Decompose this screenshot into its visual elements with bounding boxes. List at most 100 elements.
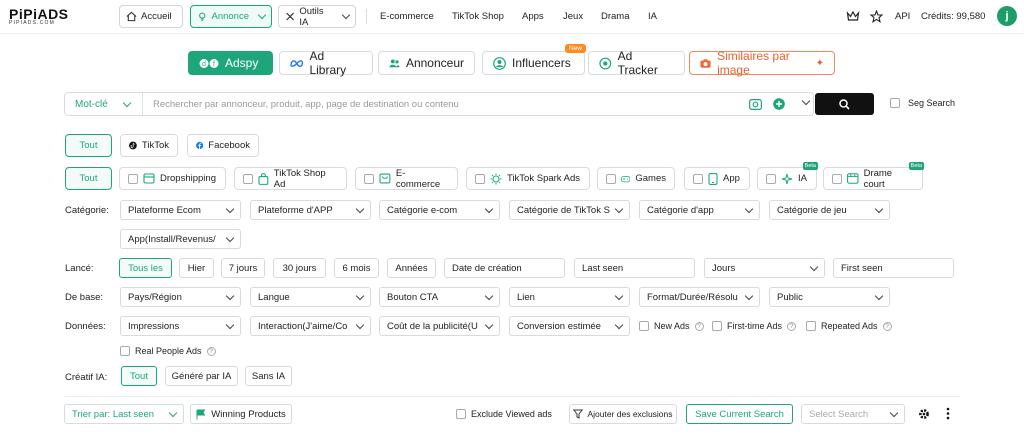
tab-influencers[interactable]: Influencers (482, 51, 585, 75)
lance-tous-les[interactable]: Tous les (119, 258, 172, 278)
search-button[interactable] (815, 93, 874, 115)
select-bouton-cta[interactable]: Bouton CTA (379, 287, 500, 307)
creatif-tout[interactable]: Tout (121, 366, 157, 386)
select-public[interactable]: Public (769, 287, 890, 307)
search-input[interactable]: Rechercher par annonceur, produit, app, … (153, 99, 459, 110)
select-impressions[interactable]: Impressions (120, 316, 241, 336)
tab-similaires-par-image[interactable]: Similaires par image ✦ (689, 49, 835, 77)
checkbox[interactable] (120, 346, 130, 356)
select-categorie-tiktok-shop[interactable]: Catégorie de TikTok S (509, 200, 630, 220)
checkbox[interactable] (243, 173, 253, 184)
type-app[interactable]: App (684, 167, 750, 190)
crown-icon[interactable] (846, 10, 860, 23)
jours-select[interactable]: Jours (704, 258, 825, 278)
tab-adspy[interactable]: df Adspy (188, 51, 273, 75)
real-people-ads-toggle[interactable]: Real People Ads ? (120, 346, 216, 356)
help-icon[interactable]: ? (882, 321, 892, 331)
image-search-icon[interactable] (749, 98, 762, 110)
outils-ia-menu-button[interactable]: Outils IA (278, 5, 356, 28)
first-seen-input[interactable]: First seen (833, 258, 954, 278)
platform-facebook[interactable]: Facebook (187, 134, 259, 157)
home-button[interactable]: Accueil (119, 5, 183, 28)
nav-link-ia[interactable]: IA (648, 11, 657, 22)
select-format[interactable]: Format/Durée/Résolu (639, 287, 760, 307)
select-lien[interactable]: Lien (509, 287, 630, 307)
annonce-menu-button[interactable]: Annonce (190, 5, 272, 28)
credits-display[interactable]: Crédits: 99,580 (921, 11, 985, 22)
select-cout-publicite[interactable]: Coût de la publicité(U (379, 316, 500, 336)
avatar[interactable]: j (997, 6, 1017, 26)
platform-tiktok[interactable]: TikTok (120, 134, 178, 157)
last-seen-input[interactable]: Last seen (574, 258, 695, 278)
search-mode-select[interactable]: Mot-clé (65, 93, 143, 115)
select-app-install[interactable]: App(Install/Revenus/ (120, 229, 241, 249)
nav-link-jeux[interactable]: Jeux (563, 11, 583, 22)
type-tiktok-spark-ads[interactable]: TikTok Spark Ads (466, 167, 590, 190)
select-plateforme-ecom[interactable]: Plateforme Ecom (120, 200, 241, 220)
add-icon[interactable] (773, 98, 785, 110)
nav-link-drama[interactable]: Drama (601, 11, 630, 22)
nav-link-tiktok-shop[interactable]: TikTok Shop (452, 11, 504, 22)
type-dropshipping[interactable]: Dropshipping (119, 167, 226, 190)
type-ia[interactable]: IA Beta (757, 162, 818, 190)
exclude-viewed-toggle[interactable]: Exclude Viewed ads (456, 409, 552, 419)
select-categorie-jeu[interactable]: Catégorie de jeu (769, 200, 890, 220)
checkbox[interactable] (606, 173, 616, 184)
api-link[interactable]: API (895, 11, 910, 22)
select-search-dropdown[interactable]: Select Search (801, 404, 905, 424)
select-categorie-app[interactable]: Catégorie d'app (639, 200, 760, 220)
tab-annonceur[interactable]: Annonceur (378, 51, 475, 75)
checkbox[interactable] (364, 173, 374, 184)
star-icon[interactable] (870, 10, 883, 23)
checkbox[interactable] (639, 321, 649, 331)
checkbox[interactable] (712, 321, 722, 331)
select-plateforme-app[interactable]: Plateforme d'APP (250, 200, 371, 220)
chevron-down-icon[interactable] (801, 96, 811, 106)
type-tiktok-shop-ad[interactable]: TikTok Shop Ad (234, 167, 347, 190)
checkbox[interactable] (832, 173, 842, 184)
checkbox[interactable] (766, 173, 776, 184)
pipiads-logo[interactable]: PiPiADS PIPIADS.COM (9, 6, 69, 26)
help-icon[interactable]: ? (694, 321, 704, 331)
select-pays-region[interactable]: Pays/Région (120, 287, 241, 307)
date-creation-input[interactable]: Date de création (444, 258, 565, 278)
help-icon[interactable]: ? (206, 346, 216, 356)
checkbox[interactable] (806, 321, 816, 331)
creatif-sans-ia[interactable]: Sans IA (245, 366, 292, 386)
select-interaction[interactable]: Interaction(J'aime/Co (250, 316, 371, 336)
winning-products-button[interactable]: Winning Products (190, 404, 292, 424)
creatif-genere-par-ia[interactable]: Généré par IA (165, 366, 238, 386)
nav-link-apps[interactable]: Apps (522, 11, 544, 22)
select-categorie-ecom[interactable]: Catégorie e-com (379, 200, 500, 220)
gear-icon[interactable] (918, 408, 930, 420)
repeated-ads-toggle[interactable]: Repeated Ads ? (806, 321, 892, 331)
select-langue[interactable]: Langue (250, 287, 371, 307)
checkbox[interactable] (456, 409, 466, 419)
lance-hier[interactable]: Hier (179, 258, 214, 278)
tab-ad-library[interactable]: Ad Library (279, 49, 373, 77)
lance-annees[interactable]: Années (387, 258, 436, 278)
first-time-ads-toggle[interactable]: First-time Ads ? (712, 321, 797, 331)
type-all[interactable]: Tout (65, 167, 112, 190)
tab-ad-tracker[interactable]: Ad Tracker (588, 49, 685, 77)
platform-all[interactable]: Tout (65, 134, 112, 157)
seg-search-checkbox[interactable] (890, 98, 900, 108)
type-drame-court[interactable]: Drame court Beta (823, 162, 924, 190)
checkbox[interactable] (475, 173, 485, 184)
lance-6-mois[interactable]: 6 mois (334, 258, 379, 278)
select-conversion-estimee[interactable]: Conversion estimée (509, 316, 630, 336)
lance-7-jours[interactable]: 7 jours (221, 258, 265, 278)
new-ads-toggle[interactable]: New Ads ? (639, 321, 704, 331)
checkbox[interactable] (128, 173, 138, 184)
add-exclusions-button[interactable]: Ajouter des exclusions (569, 404, 677, 424)
checkbox[interactable] (693, 173, 703, 184)
save-current-search-button[interactable]: Save Current Search (686, 404, 793, 424)
lance-30-jours[interactable]: 30 jours (273, 258, 326, 278)
sort-select[interactable]: Trier par: Last seen (64, 404, 184, 424)
help-icon[interactable]: ? (787, 321, 797, 331)
seg-search-toggle[interactable]: Seg Search (890, 98, 955, 108)
nav-link-ecommerce[interactable]: E-commerce (380, 11, 434, 22)
type-games[interactable]: Games (597, 167, 675, 190)
more-options-icon[interactable] (946, 407, 950, 420)
type-ecommerce[interactable]: E-commerce (355, 167, 458, 190)
